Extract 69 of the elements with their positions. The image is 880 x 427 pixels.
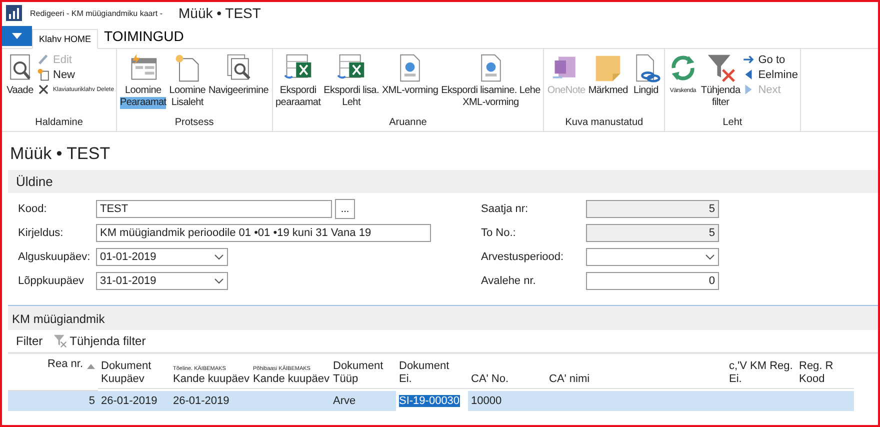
- field-label: To No.:: [481, 227, 517, 239]
- group-label: Kuva manustatud: [564, 116, 644, 130]
- section-header[interactable]: Üldine: [8, 170, 878, 193]
- field-label: Alguskuupäev:: [18, 251, 92, 263]
- chevron-down-icon: [705, 254, 715, 260]
- group-label: Haldamine: [34, 116, 84, 130]
- group-label: Protsess: [174, 116, 215, 130]
- field-label: Lõppkuupäev: [18, 275, 86, 287]
- column-header[interactable]: Reg. R Kood: [796, 354, 854, 389]
- window-title: Müük • TEST: [178, 5, 261, 21]
- new-document-icon: [37, 68, 50, 81]
- ribbon-button[interactable]: Eelmine: [742, 68, 798, 81]
- ribbon-button[interactable]: Ekspordi lisamine. Lehe XML-vorming: [440, 51, 542, 116]
- ribbon-button[interactable]: Go to: [742, 53, 798, 66]
- ribbon-button[interactable]: Märkmed: [587, 51, 629, 116]
- field-label: Kood:: [18, 203, 48, 215]
- group-label: Aruanne: [388, 116, 428, 130]
- page-title: Müük • TEST: [9, 143, 112, 165]
- column-header[interactable]: Dokument Tüüp: [330, 354, 396, 389]
- column-header[interactable]: c,'V KM Reg. Ei.: [726, 354, 796, 389]
- field-label: Avalehe nr.: [481, 275, 537, 287]
- ribbon-button[interactable]: New: [37, 68, 114, 81]
- input-field[interactable]: TEST: [96, 200, 332, 218]
- column-header[interactable]: CA' nimi: [546, 354, 726, 389]
- ribbon-button[interactable]: Loomine Lisaleht: [168, 51, 207, 116]
- readonly-field: 5: [586, 200, 719, 218]
- subpage-title: KM müügiandmik: [8, 306, 878, 330]
- table-cell: 5: [8, 391, 98, 411]
- chevron-down-icon: [214, 254, 224, 260]
- column-header[interactable]: Dokument Kuupäev: [98, 354, 170, 389]
- caret-icon: [12, 33, 22, 39]
- sort-arrow-icon: [87, 364, 95, 369]
- ribbon-button[interactable]: Ekspordi pearaamat: [274, 51, 322, 116]
- clear-filter-icon: [706, 53, 736, 83]
- dropdown-field[interactable]: 31-01-2019: [96, 272, 228, 290]
- chevron-down-icon: [214, 278, 224, 284]
- pencil-icon: [37, 53, 50, 66]
- menu-button[interactable]: [2, 26, 32, 46]
- table-cell: Arve: [330, 391, 396, 411]
- field-label: Arvestusperiood:: [481, 251, 565, 263]
- ribbon-tab[interactable]: Klahv HOME: [32, 29, 98, 49]
- ribbon-button[interactable]: Vaade: [4, 51, 36, 116]
- input-field[interactable]: KM müügiandmik perioodile 01 •01 •19 kuni 31 Vana 19: [96, 224, 431, 242]
- column-header[interactable]: CA' No.: [468, 354, 546, 389]
- arrow-icon: [742, 53, 756, 66]
- dropdown-field[interactable]: 01-01-2019: [96, 248, 228, 266]
- ribbon-button[interactable]: XML-vorming: [380, 51, 440, 116]
- input-field[interactable]: 0: [586, 272, 719, 290]
- field-label: Kirjeldus:: [18, 227, 64, 239]
- filter-button[interactable]: Filter: [16, 334, 43, 348]
- field-label: Saatja nr:: [481, 203, 530, 215]
- ribbon-button[interactable]: Navigeerimine: [208, 51, 270, 116]
- ribbon-tab[interactable]: TOIMINGUD: [98, 24, 190, 48]
- lookup-button[interactable]: ...: [335, 199, 355, 219]
- clear-filter-icon: [52, 334, 67, 348]
- close-icon: [37, 83, 50, 96]
- table-cell: 26-01-2019: [170, 391, 250, 411]
- clear-filter-button[interactable]: Tühjenda filter: [52, 334, 146, 348]
- group-label: Leht: [722, 116, 744, 130]
- dropdown-field[interactable]: [586, 248, 719, 266]
- table-cell: 26-01-2019: [98, 391, 170, 411]
- ribbon-button[interactable]: Ekspordi lisa. Leht: [322, 51, 380, 116]
- column-header[interactable]: Dokument Ei.: [396, 354, 468, 389]
- ribbon-button[interactable]: Lingid: [630, 51, 662, 116]
- window-caption: Redigeeri - KM müügiandmiku kaart -: [30, 8, 162, 18]
- readonly-field: 5: [586, 224, 719, 242]
- ribbon-button[interactable]: Tühjenda filter: [700, 51, 742, 116]
- table-cell: 10000: [468, 391, 546, 411]
- app-logo-icon: [6, 5, 22, 21]
